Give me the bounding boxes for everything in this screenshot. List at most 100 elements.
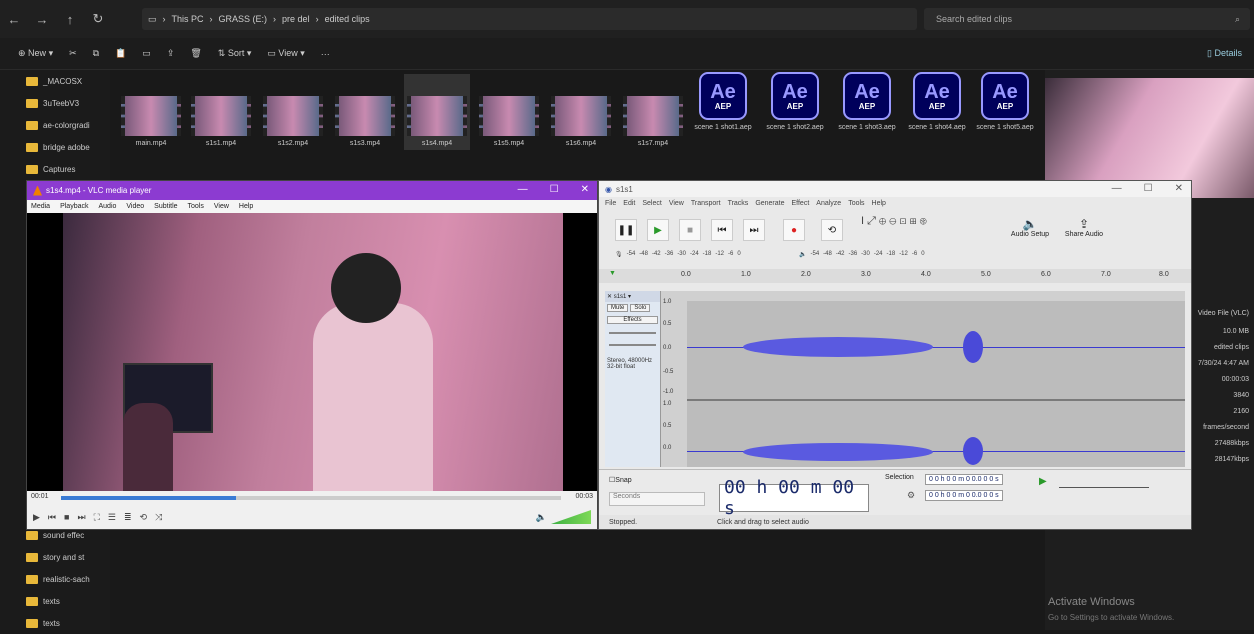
- timeline-ruler[interactable]: ▼ 0.0 1.0 2.0 3.0 4.0 5.0 6.0 7.0 8.0: [599, 269, 1191, 283]
- more-button[interactable]: ···: [321, 49, 330, 59]
- file-tile[interactable]: s1s3.mp4: [332, 96, 398, 147]
- zoom-toggle-icon[interactable]: ⊛: [920, 215, 927, 227]
- file-tile[interactable]: s1s5.mp4: [476, 96, 542, 147]
- seek-bar[interactable]: [61, 496, 561, 500]
- search-input[interactable]: Search edited clips ⌕: [924, 8, 1250, 30]
- snap-units-select[interactable]: Seconds: [609, 492, 705, 506]
- solo-button[interactable]: Solo: [630, 304, 651, 312]
- menu-item[interactable]: Audio: [98, 203, 116, 210]
- sort-button[interactable]: ⇅ Sort ▾: [218, 48, 252, 59]
- share-icon[interactable]: ⇪: [167, 48, 175, 59]
- mute-button[interactable]: Mute: [607, 304, 629, 312]
- stop-button[interactable]: ■: [679, 219, 701, 241]
- snap-checkbox[interactable]: ☐Snap: [609, 476, 632, 484]
- breadcrumb-item[interactable]: pre del: [282, 14, 310, 24]
- nav-item[interactable]: _MACOSX: [0, 70, 110, 92]
- loop-icon[interactable]: ⟲: [140, 512, 148, 523]
- menu-item[interactable]: Subtitle: [154, 203, 177, 210]
- file-tile[interactable]: Ae AEP scene 1 shot1.aep: [690, 72, 756, 131]
- pause-button[interactable]: ❚❚: [615, 219, 637, 241]
- playlist-icon[interactable]: ≣: [124, 512, 132, 523]
- skip-end-button[interactable]: ⏭: [743, 219, 765, 241]
- fit-project-icon[interactable]: ⊞: [910, 215, 917, 227]
- cut-icon[interactable]: ✂: [69, 48, 77, 59]
- maximize-icon[interactable]: ☐: [1144, 183, 1153, 194]
- track-name-menu[interactable]: ✕ s1s1 ▾: [605, 291, 660, 302]
- menu-item[interactable]: Effect: [792, 200, 810, 207]
- breadcrumb[interactable]: ▭ › This PC › GRASS (E:) › pre del › edi…: [142, 8, 917, 30]
- audio-setup-button[interactable]: 🔈 Audio Setup: [1005, 217, 1055, 238]
- maximize-icon[interactable]: ☐: [550, 184, 559, 195]
- play-icon[interactable]: ▶: [33, 512, 40, 523]
- selection-tool-icon[interactable]: I: [861, 215, 864, 227]
- volume-slider[interactable]: 80%: [551, 510, 591, 524]
- menu-item[interactable]: Playback: [60, 203, 88, 210]
- selection-end-field[interactable]: 0 0 h 0 0 m 0 0.0 0 0 s: [925, 490, 1003, 501]
- forward-arrow-icon[interactable]: →: [28, 12, 56, 27]
- playback-meter[interactable]: 🔈 -54 -48 -42 -36 -30 -24 -18 -12 -6 0: [799, 251, 925, 258]
- settings-gear-icon[interactable]: ⚙: [907, 490, 915, 501]
- file-tile-selected[interactable]: s1s4.mp4: [404, 74, 470, 150]
- fit-selection-icon[interactable]: ⊡: [900, 215, 907, 227]
- nav-item[interactable]: texts: [0, 590, 110, 612]
- file-tile[interactable]: Ae AEP scene 1 shot4.aep: [904, 72, 970, 131]
- fullscreen-icon[interactable]: ⛶: [94, 512, 100, 523]
- file-tile[interactable]: s1s6.mp4: [548, 96, 614, 147]
- menu-item[interactable]: Help: [872, 200, 886, 207]
- time-display[interactable]: 00 h 00 m 00 s: [719, 477, 869, 519]
- refresh-icon[interactable]: ↻: [84, 11, 112, 27]
- menu-item[interactable]: Edit: [623, 200, 635, 207]
- nav-item[interactable]: 3uTeebV3: [0, 92, 110, 114]
- rename-icon[interactable]: ▭: [142, 48, 151, 59]
- view-button[interactable]: ▭ View ▾: [267, 48, 304, 59]
- zoom-out-icon[interactable]: ⊖: [889, 215, 896, 227]
- minimize-icon[interactable]: —: [518, 184, 528, 195]
- details-button[interactable]: ▯ Details: [1207, 48, 1242, 59]
- gain-slider[interactable]: [609, 332, 656, 334]
- minimize-icon[interactable]: —: [1112, 183, 1122, 194]
- menu-item[interactable]: File: [605, 200, 616, 207]
- loop-button[interactable]: ⟲: [821, 219, 843, 241]
- breadcrumb-item[interactable]: This PC: [172, 14, 204, 24]
- effects-button[interactable]: Effects: [607, 316, 658, 324]
- file-tile[interactable]: s1s7.mp4: [620, 96, 686, 147]
- nav-item[interactable]: Captures: [0, 158, 110, 180]
- menu-item[interactable]: Help: [239, 203, 253, 210]
- audacity-title-bar[interactable]: ◉ s1s1 — ☐ ✕: [599, 181, 1191, 197]
- menu-item[interactable]: View: [214, 203, 229, 210]
- zoom-in-icon[interactable]: ⊕: [879, 215, 886, 227]
- speaker-icon[interactable]: 🔈: [536, 512, 547, 523]
- file-tile[interactable]: Ae AEP scene 1 shot3.aep: [834, 72, 900, 131]
- menu-item[interactable]: View: [669, 200, 684, 207]
- playback-speed-slider[interactable]: [1059, 478, 1149, 488]
- nav-item[interactable]: ae-colorgradi: [0, 114, 110, 136]
- next-icon[interactable]: ⏭: [77, 512, 85, 523]
- vlc-title-bar[interactable]: s1s4.mp4 - VLC media player — ☐ ✕: [27, 181, 597, 200]
- paste-icon[interactable]: 📋: [115, 48, 126, 59]
- video-area[interactable]: [27, 213, 597, 491]
- menu-item[interactable]: Tools: [848, 200, 864, 207]
- copy-icon[interactable]: ⧉: [93, 48, 99, 59]
- back-arrow-icon[interactable]: ←: [0, 12, 28, 27]
- menu-item[interactable]: Media: [31, 203, 50, 210]
- file-tile[interactable]: s1s1.mp4: [188, 96, 254, 147]
- new-button[interactable]: ⊕ New ▾: [18, 48, 53, 59]
- selection-start-field[interactable]: 0 0 h 0 0 m 0 0.0 0 0 s: [925, 474, 1003, 485]
- breadcrumb-item[interactable]: GRASS (E:): [219, 14, 268, 24]
- stop-icon[interactable]: ■: [64, 512, 69, 522]
- menu-item[interactable]: Analyze: [816, 200, 841, 207]
- record-button[interactable]: ●: [783, 219, 805, 241]
- previous-icon[interactable]: ⏮: [48, 512, 56, 523]
- nav-item[interactable]: realistic-sach: [0, 568, 110, 590]
- pan-slider[interactable]: [609, 344, 656, 346]
- recording-meter[interactable]: 🎙 -54 -48 -42 -36 -30 -24 -18 -12 -6 0: [615, 251, 741, 258]
- shuffle-icon[interactable]: ⤨: [155, 512, 162, 523]
- file-tile[interactable]: main.mp4: [118, 96, 184, 147]
- play-button[interactable]: ▶: [647, 219, 669, 241]
- nav-item[interactable]: texts: [0, 612, 110, 634]
- menu-item[interactable]: Tracks: [728, 200, 749, 207]
- share-audio-button[interactable]: ⇪ Share Audio: [1059, 217, 1109, 238]
- nav-item[interactable]: bridge adobe: [0, 136, 110, 158]
- play-at-speed-icon[interactable]: ▶: [1039, 476, 1047, 487]
- menu-item[interactable]: Video: [126, 203, 144, 210]
